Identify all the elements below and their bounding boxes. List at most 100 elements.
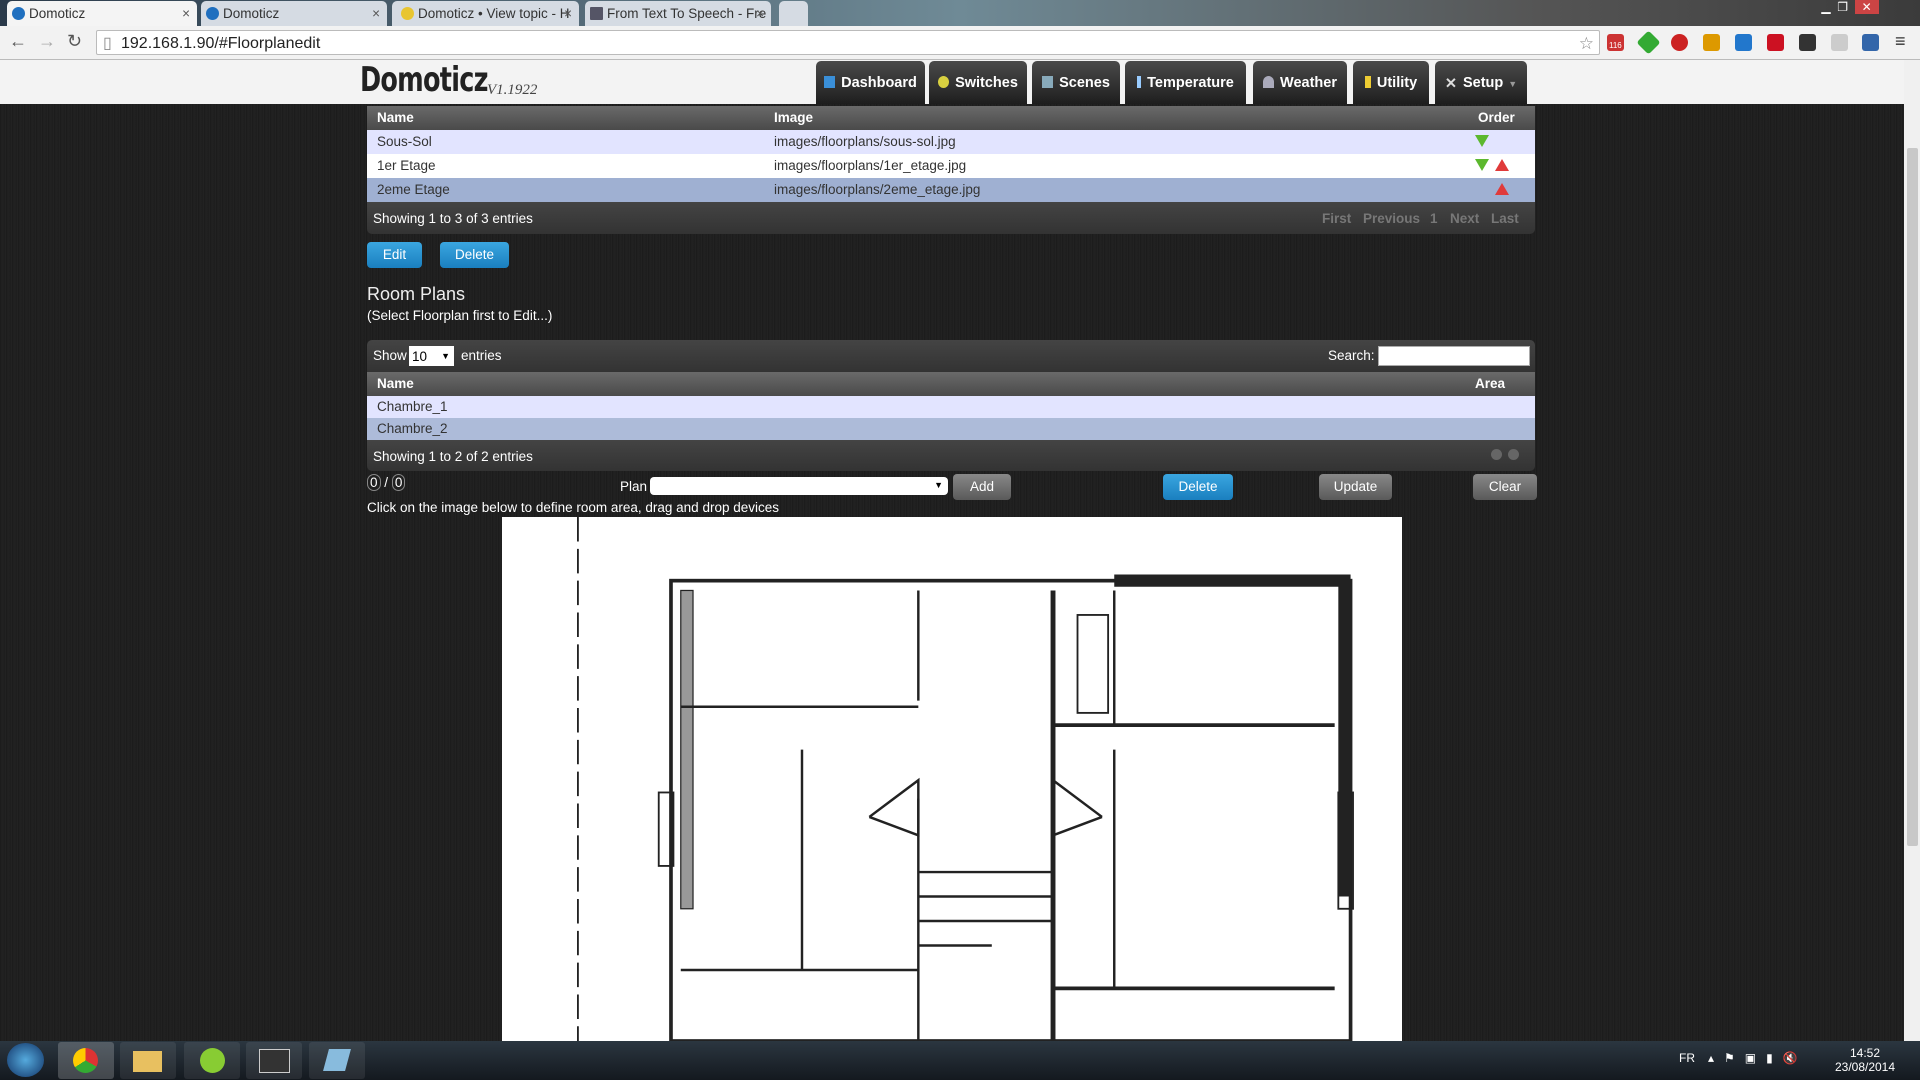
nav-scenes[interactable]: Scenes <box>1032 61 1120 104</box>
edit-floorplan-button[interactable]: Edit <box>367 242 422 268</box>
column-header-name[interactable]: Name <box>377 106 414 130</box>
column-header-area[interactable]: Area <box>1475 372 1505 396</box>
search-input[interactable] <box>1378 346 1530 366</box>
chevron-down-icon: ▼ <box>1508 79 1518 89</box>
thermometer-icon <box>1137 76 1142 88</box>
nav-weather[interactable]: Weather <box>1253 61 1347 104</box>
scrollbar-thumb[interactable] <box>1907 148 1918 846</box>
reload-icon[interactable]: ↻ <box>67 31 82 52</box>
column-header-name[interactable]: Name <box>377 372 414 396</box>
table-info: Showing 1 to 2 of 2 entries <box>373 449 533 464</box>
back-icon[interactable]: ← <box>9 31 27 52</box>
clock[interactable]: 14:52 23/08/2014 <box>1834 1046 1896 1074</box>
delete-floorplan-button[interactable]: Delete <box>440 242 509 268</box>
extension-icon[interactable] <box>1831 34 1848 51</box>
nav-setup[interactable]: ✕ Setup ▼ <box>1435 61 1527 104</box>
bookmark-star-icon[interactable] <box>1862 34 1879 51</box>
table-row[interactable]: 1er Etage images/floorplans/1er_etage.jp… <box>367 154 1535 178</box>
pagination-next[interactable]: Next <box>1450 202 1479 236</box>
app-header: Domoticz V1.1922 Dashboard Switches Scen… <box>0 60 1904 104</box>
pagination-last[interactable]: Last <box>1491 202 1519 236</box>
move-up-icon[interactable] <box>1495 159 1509 171</box>
room-name: Chambre_2 <box>377 421 448 436</box>
logo: Domoticz <box>360 60 488 100</box>
url-input[interactable]: ▯ 192.168.1.90/#Floorplanedit ☆ <box>96 30 1600 55</box>
tray-icons[interactable]: ▴⚑▣▮🔇 <box>1708 1051 1808 1065</box>
entries-value: 10 <box>412 349 428 364</box>
table-row[interactable]: Chambre_1 <box>367 396 1535 418</box>
download-icon[interactable] <box>1799 34 1816 51</box>
extension-icon[interactable]: 116 <box>1607 34 1624 51</box>
floorplan-name: 1er Etage <box>377 158 436 173</box>
taskbar-app[interactable] <box>309 1042 365 1079</box>
translate-icon[interactable] <box>1735 34 1752 51</box>
screen: Domoticz × Domoticz × Domoticz • View topi… <box>0 0 1920 1080</box>
floorplan-image-path: images/floorplans/sous-sol.jpg <box>774 134 956 149</box>
close-tab-icon[interactable]: × <box>564 1 572 26</box>
taskbar-explorer[interactable] <box>120 1042 176 1079</box>
extension-icon[interactable] <box>1636 30 1661 55</box>
window-controls[interactable]: ▁ ❐ ✕ <box>1818 0 1918 17</box>
move-up-icon[interactable] <box>1495 183 1509 195</box>
next-page-icon[interactable] <box>1508 449 1519 460</box>
table-row-selected[interactable]: 2eme Etage images/floorplans/2eme_etage.… <box>367 178 1535 202</box>
new-tab-button[interactable] <box>779 1 808 26</box>
plan-select[interactable]: ▼ <box>650 477 948 495</box>
move-down-icon[interactable] <box>1475 159 1489 171</box>
table-row[interactable]: Sous-Sol images/floorplans/sous-sol.jpg <box>367 130 1535 154</box>
taskbar-app[interactable] <box>246 1042 302 1079</box>
column-header-order[interactable]: Order <box>1478 106 1515 130</box>
nav-utility[interactable]: Utility <box>1353 61 1429 104</box>
star-icon[interactable]: ☆ <box>1579 31 1594 56</box>
url-text: 192.168.1.90/#Floorplanedit <box>121 35 321 52</box>
extension-icon[interactable] <box>1671 34 1688 51</box>
extension-icon[interactable] <box>1703 34 1720 51</box>
table-info: Showing 1 to 3 of 3 entries <box>373 211 533 226</box>
move-down-icon[interactable] <box>1475 135 1489 147</box>
chrome-icon <box>73 1048 98 1073</box>
language-indicator[interactable]: FR <box>1679 1051 1695 1065</box>
entries-select[interactable]: 10 ▼ <box>409 346 454 366</box>
delete-room-button[interactable]: Delete <box>1163 474 1233 500</box>
windows-taskbar: FR ▴⚑▣▮🔇 14:52 23/08/2014 <box>0 1041 1920 1080</box>
chevron-down-icon: ▼ <box>934 480 943 490</box>
menu-icon[interactable]: ≡ <box>1895 31 1906 52</box>
table-footer: Showing 1 to 2 of 2 entries <box>367 440 1535 471</box>
bulb-favicon-icon <box>401 7 414 20</box>
browser-tab[interactable]: Domoticz × <box>7 1 197 26</box>
close-tab-icon[interactable]: × <box>756 1 764 26</box>
clear-button[interactable]: Clear <box>1473 474 1537 500</box>
previous-page-icon[interactable] <box>1491 449 1502 460</box>
taskbar-chrome[interactable] <box>58 1042 114 1079</box>
nav-label: Temperature <box>1147 75 1234 91</box>
nav-switches[interactable]: Switches <box>929 61 1027 104</box>
nav-dashboard[interactable]: Dashboard <box>816 61 925 104</box>
pagination-first[interactable]: First <box>1322 202 1351 236</box>
editor-hint: Click on the image below to define room … <box>367 500 779 515</box>
pagination-page[interactable]: 1 <box>1430 202 1438 236</box>
browser-tab[interactable]: Domoticz • View topic - H × <box>392 1 579 26</box>
start-button[interactable] <box>7 1043 44 1077</box>
main-content: Name Image Order Sous-Sol images/floorpl… <box>0 104 1904 1041</box>
floorplans-table: Name Image Order Sous-Sol images/floorpl… <box>367 106 1535 234</box>
floorplan-image[interactable] <box>502 517 1402 1041</box>
forward-icon[interactable]: → <box>38 31 56 52</box>
add-button[interactable]: Add <box>953 474 1011 500</box>
extension-icon[interactable] <box>1767 34 1784 51</box>
dashboard-icon <box>824 76 836 88</box>
update-button[interactable]: Update <box>1319 474 1392 500</box>
monitor-icon <box>259 1049 290 1073</box>
pagination-previous[interactable]: Previous <box>1363 202 1420 236</box>
browser-tab[interactable]: Domoticz × <box>201 1 387 26</box>
show-label: Show <box>373 348 407 363</box>
nav-temperature[interactable]: Temperature <box>1125 61 1246 104</box>
page-scrollbar[interactable] <box>1904 60 1920 1041</box>
close-tab-icon[interactable]: × <box>372 1 380 26</box>
browser-tab[interactable]: From Text To Speech - Fre × <box>585 1 771 26</box>
table-row-selected[interactable]: Chambre_2 <box>367 418 1535 440</box>
close-tab-icon[interactable]: × <box>182 1 190 26</box>
column-header-image[interactable]: Image <box>774 106 813 130</box>
taskbar-app[interactable] <box>184 1042 240 1079</box>
page-icon: ▯ <box>103 35 112 52</box>
scenes-icon <box>1042 76 1054 88</box>
